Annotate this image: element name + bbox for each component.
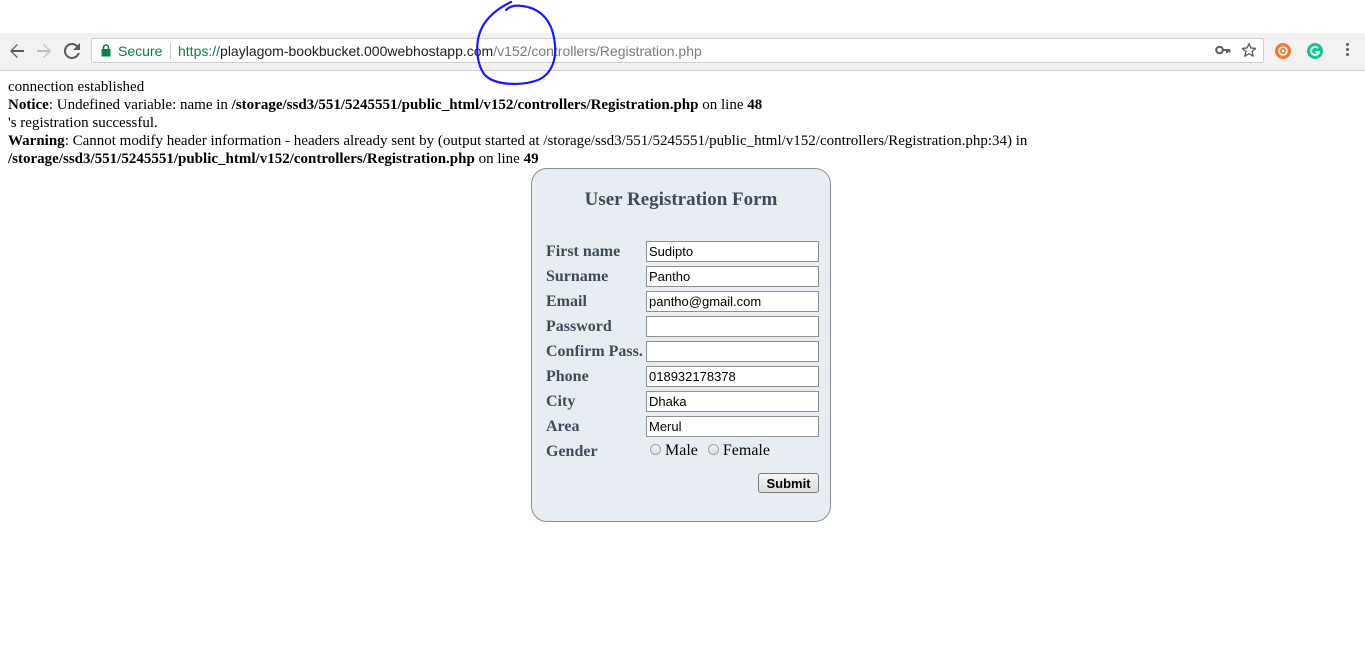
connection-message: connection established	[8, 79, 145, 95]
gender-male-label: Male	[665, 442, 698, 459]
area-label: Area	[546, 418, 580, 435]
surname-input[interactable]	[646, 266, 819, 287]
password-label: Password	[546, 318, 612, 335]
notice-line-number: 48	[747, 97, 763, 113]
surname-label: Surname	[546, 268, 609, 285]
warning-message: Warning: Cannot modify header informatio…	[8, 132, 1027, 150]
warning-on-line: on line	[474, 151, 524, 167]
grammarly-icon[interactable]	[1307, 43, 1323, 59]
email-input[interactable]	[646, 291, 819, 312]
notice-message: Notice: Undefined variable: name in /sto…	[8, 96, 1027, 114]
notice-text: : Undefined variable: name in	[48, 97, 232, 113]
phone-label: Phone	[546, 368, 589, 385]
warning-path: /storage/ssd3/551/5245551/public_html/v1…	[8, 151, 475, 167]
warning-location: /storage/ssd3/551/5245551/public_html/v1…	[8, 150, 1027, 168]
secure-label: Secure	[118, 43, 163, 59]
forward-button[interactable]	[34, 41, 54, 61]
notice-on-line: on line	[698, 97, 748, 113]
confirm-password-label: Confirm Pass.	[546, 343, 643, 360]
warning-text: : Cannot modify header information - hea…	[64, 133, 1028, 149]
annotation-circle	[476, 0, 557, 86]
registration-message: 's registration successful.	[8, 115, 158, 131]
notice-label: Notice	[8, 97, 49, 113]
phone-input[interactable]	[646, 366, 819, 387]
address-bar[interactable]: Secure https://playlagom-bookbucket.000w…	[91, 38, 1264, 63]
gender-female-label: Female	[722, 442, 770, 459]
reload-icon	[64, 43, 80, 59]
confirm-password-input[interactable]	[646, 341, 819, 362]
url-scheme: https://	[178, 43, 221, 59]
key-icon[interactable]	[1215, 44, 1231, 56]
password-input[interactable]	[646, 316, 819, 337]
browser-toolbar: Secure https://playlagom-bookbucket.000w…	[0, 33, 1365, 71]
php-output: connection established Notice: Undefined…	[8, 78, 1027, 168]
lock-icon	[101, 44, 111, 57]
registration-form: User Registration Form First name Surnam…	[531, 168, 831, 522]
star-icon[interactable]	[1241, 42, 1257, 58]
notice-path: /storage/ssd3/551/5245551/public_html/v1…	[231, 97, 699, 113]
gender-label: Gender	[546, 443, 598, 460]
city-input[interactable]	[646, 391, 819, 412]
warning-label: Warning	[8, 133, 65, 149]
first-name-input[interactable]	[646, 241, 819, 262]
back-arrow-icon	[10, 44, 24, 58]
city-label: City	[546, 393, 576, 410]
gender-female-radio[interactable]	[707, 443, 719, 455]
reload-button[interactable]	[62, 41, 82, 61]
email-label: Email	[546, 293, 587, 310]
menu-icon[interactable]	[1344, 43, 1350, 59]
gender-male-radio[interactable]	[650, 443, 661, 455]
omnibox-separator	[170, 43, 171, 59]
first-name-label: First name	[546, 243, 621, 260]
url-text[interactable]: https://playlagom-bookbucket.000webhosta…	[178, 43, 702, 59]
gender-radio-group: Male Female	[650, 442, 780, 460]
back-button[interactable]	[7, 41, 27, 61]
form-title: User Registration Form	[584, 189, 778, 210]
area-input[interactable]	[646, 416, 819, 437]
extension-icon[interactable]	[1275, 43, 1291, 59]
forward-arrow-icon	[37, 44, 51, 58]
submit-button[interactable]: Submit	[758, 473, 819, 493]
url-host: playlagom-bookbucket.000webhostapp.com	[220, 43, 494, 59]
warning-line-number: 49	[523, 151, 539, 167]
